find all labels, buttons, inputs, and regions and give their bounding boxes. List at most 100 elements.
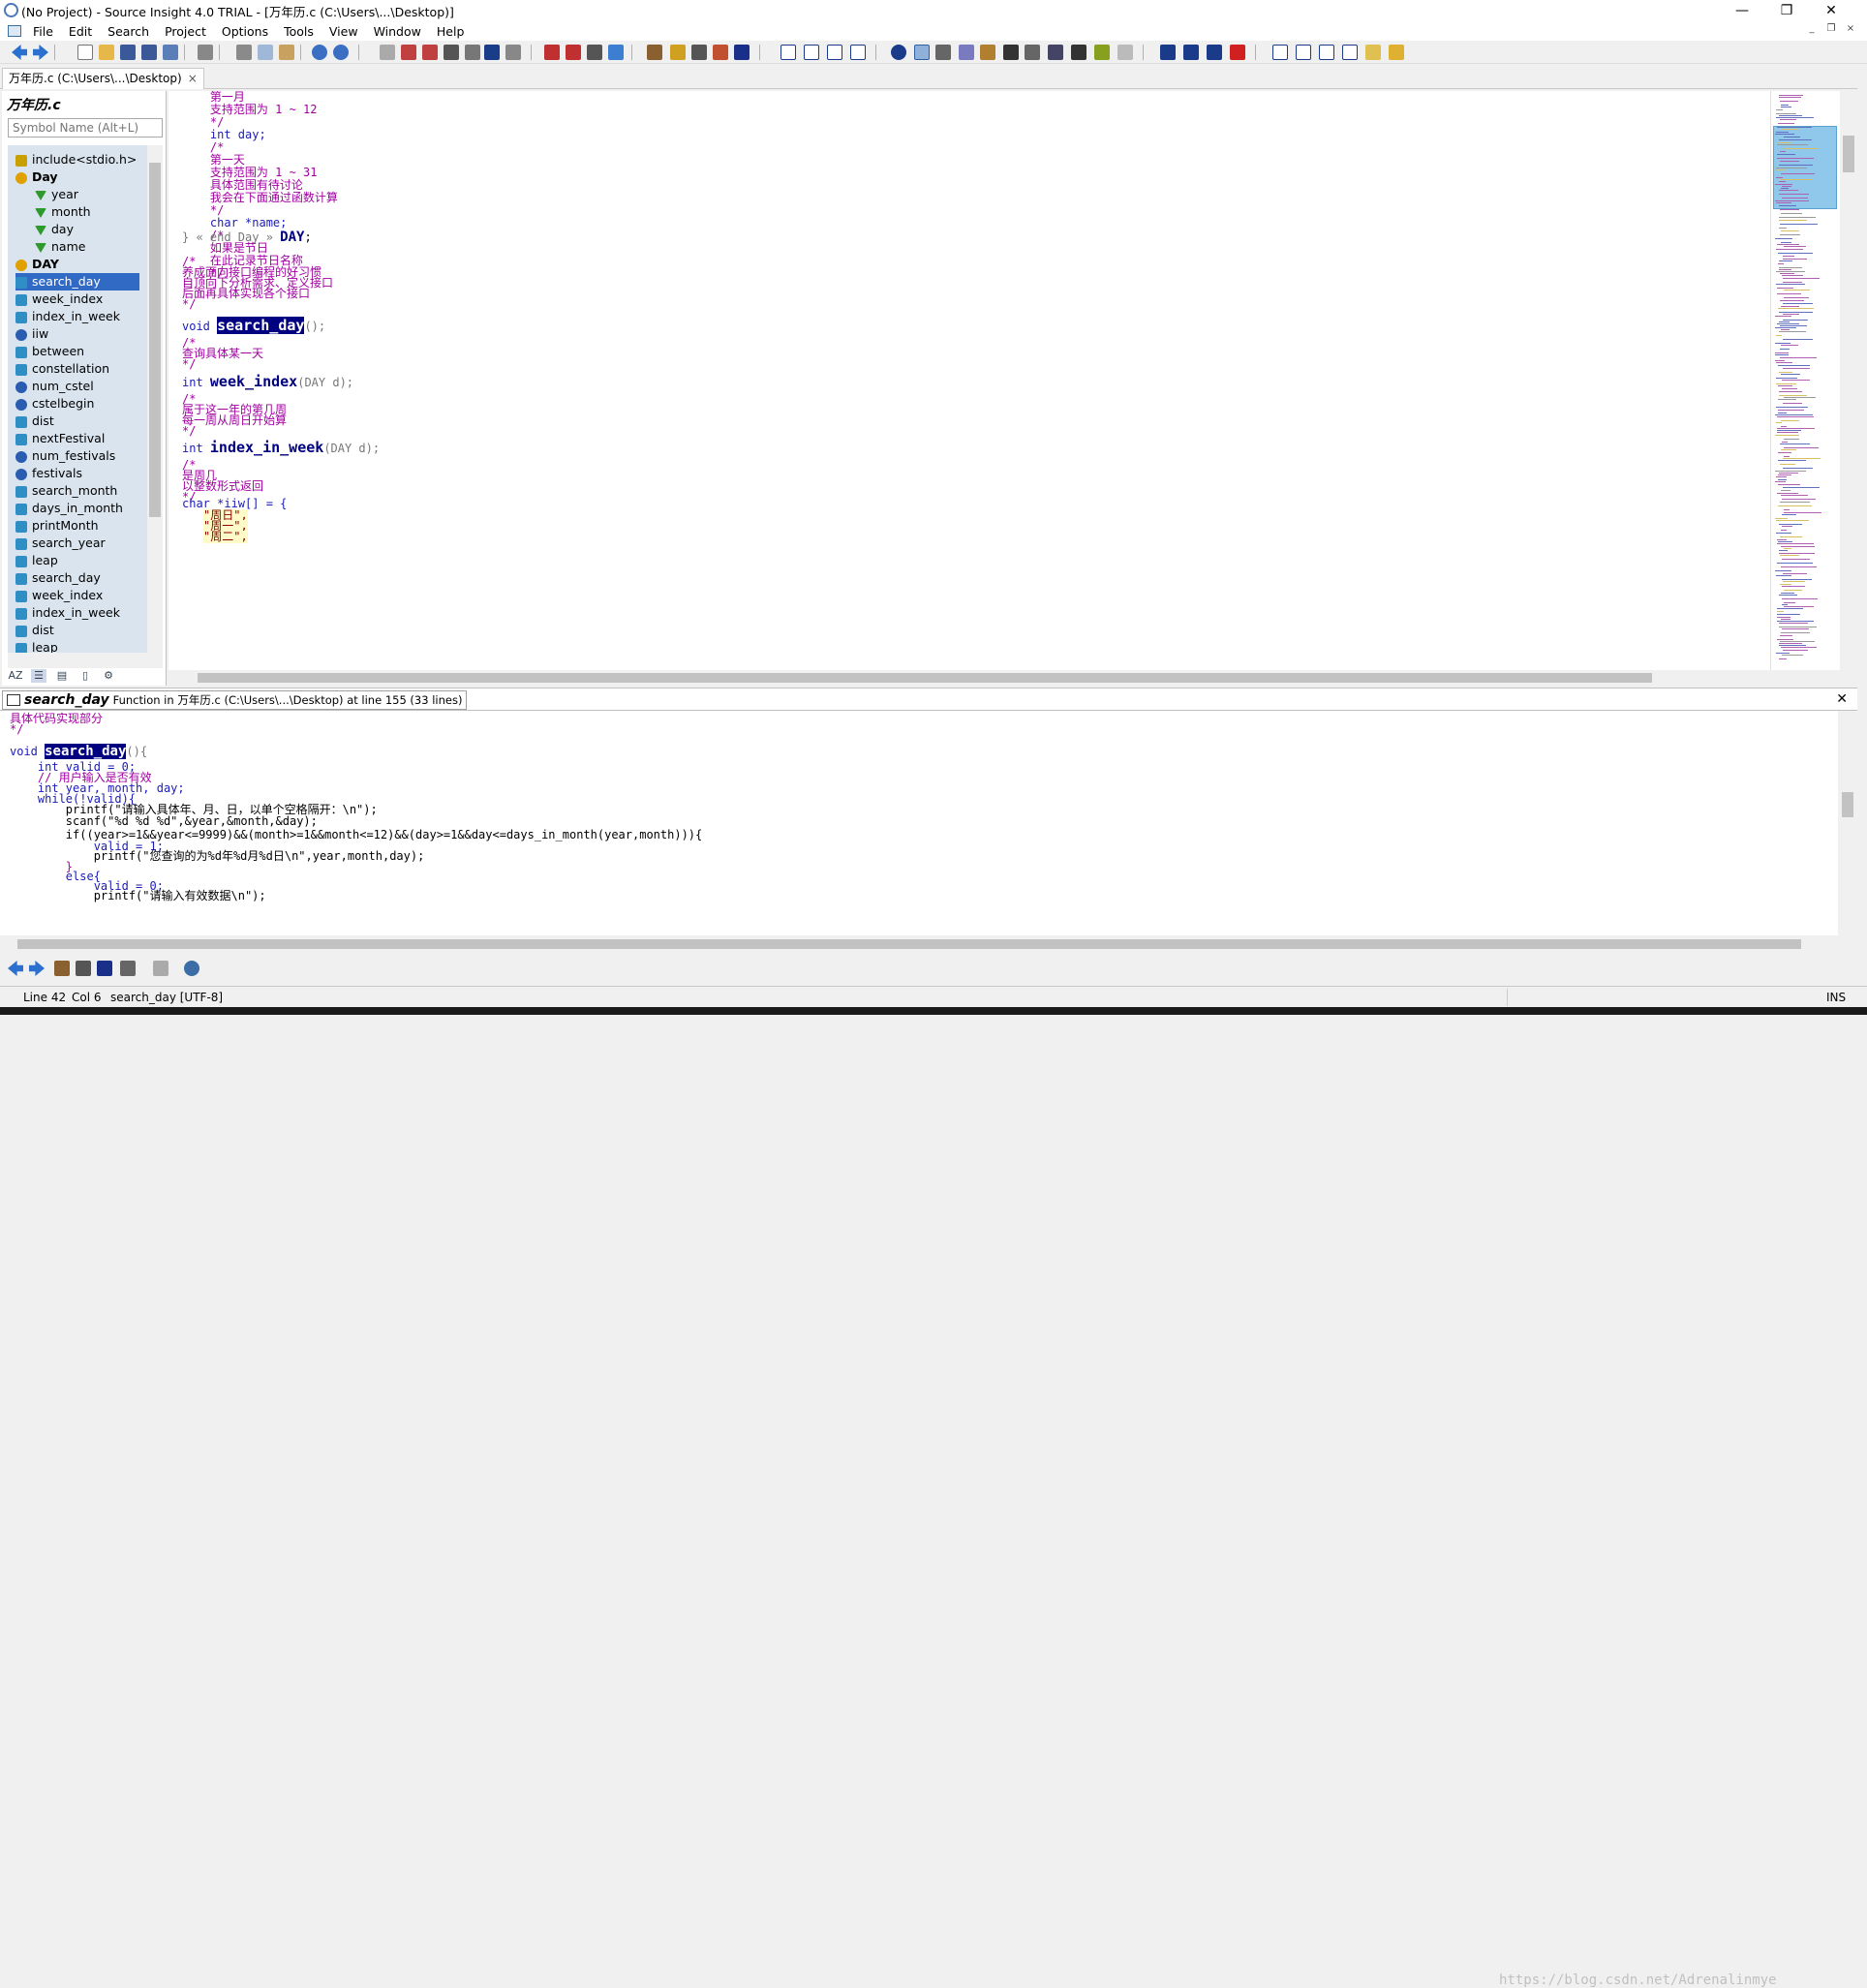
menu-view[interactable]: View bbox=[321, 24, 366, 39]
symbol-search-input[interactable] bbox=[8, 118, 163, 138]
forward-arrow-icon[interactable] bbox=[33, 45, 48, 60]
close-button[interactable]: ✕ bbox=[1809, 0, 1853, 21]
bookmark-icon[interactable] bbox=[544, 45, 560, 60]
function-name[interactable]: search_day bbox=[217, 317, 305, 334]
symbol-item[interactable]: leap bbox=[15, 639, 139, 653]
search-files-icon[interactable] bbox=[505, 45, 521, 60]
symbol-item[interactable]: week_index bbox=[15, 291, 139, 308]
jump-icon[interactable] bbox=[587, 45, 602, 60]
symbol-item[interactable]: include<stdio.h> bbox=[15, 151, 139, 168]
relation-window-icon[interactable] bbox=[980, 45, 995, 60]
project-icon[interactable] bbox=[647, 45, 662, 60]
save-icon[interactable] bbox=[120, 45, 136, 60]
context-window[interactable]: 具体代码实现部分 */ int valid = 0; // 用户输入是否有效 in… bbox=[0, 711, 1838, 935]
bird-icon[interactable] bbox=[1071, 45, 1087, 60]
menu-options[interactable]: Options bbox=[214, 24, 276, 39]
menu-window[interactable]: Window bbox=[366, 24, 429, 39]
delete-icon[interactable] bbox=[1230, 45, 1245, 60]
symbol-item[interactable]: constellation bbox=[15, 360, 139, 378]
book-icon[interactable]: ▯ bbox=[77, 669, 93, 683]
category-icon[interactable]: ▤ bbox=[54, 669, 70, 683]
folder-icon[interactable] bbox=[1365, 45, 1381, 60]
function-name[interactable]: index_in_week bbox=[210, 439, 323, 456]
jump-list-icon[interactable] bbox=[608, 45, 624, 60]
settings-gear-icon[interactable] bbox=[184, 961, 199, 976]
paste-icon[interactable] bbox=[279, 45, 294, 60]
symbol-item[interactable]: week_index bbox=[15, 587, 139, 604]
find-next-icon[interactable] bbox=[444, 45, 459, 60]
save-as-icon[interactable] bbox=[141, 45, 157, 60]
layout-cascade-icon[interactable] bbox=[850, 45, 866, 60]
mdi-close-icon[interactable]: × bbox=[1842, 23, 1859, 39]
symbol-item[interactable]: year bbox=[35, 186, 139, 203]
clip-icon[interactable] bbox=[959, 45, 974, 60]
symbol-item[interactable]: between bbox=[15, 343, 139, 360]
symbol-item[interactable]: search_day bbox=[15, 569, 139, 587]
symbol-item[interactable]: search_year bbox=[15, 535, 139, 552]
layout-split-icon[interactable] bbox=[827, 45, 842, 60]
symbol-list[interactable]: include<stdio.h> Day year month day name DAY se… bbox=[8, 145, 147, 653]
overview-icon[interactable] bbox=[1025, 45, 1040, 60]
info-icon[interactable] bbox=[891, 45, 906, 60]
print-icon[interactable] bbox=[198, 45, 213, 60]
style-c-icon[interactable] bbox=[1319, 45, 1334, 60]
find-icon[interactable] bbox=[380, 45, 395, 60]
scroll-thumb[interactable] bbox=[149, 163, 161, 517]
save-all-icon[interactable] bbox=[163, 45, 178, 60]
copy-icon[interactable] bbox=[258, 45, 273, 60]
editor-hscrollbar[interactable] bbox=[168, 670, 1770, 686]
symbol-item[interactable]: index_in_week bbox=[15, 308, 139, 325]
menu-file[interactable]: File bbox=[25, 24, 61, 39]
symbol-icon[interactable] bbox=[120, 961, 136, 976]
find-up-icon[interactable] bbox=[401, 45, 416, 60]
car-icon[interactable] bbox=[1048, 45, 1063, 60]
style-d-icon[interactable] bbox=[1342, 45, 1358, 60]
book-icon[interactable] bbox=[76, 961, 91, 976]
symbol-item[interactable]: search_day bbox=[15, 273, 139, 291]
leaf-icon[interactable] bbox=[1094, 45, 1110, 60]
format-icon[interactable] bbox=[1207, 45, 1222, 60]
mdi-restore-icon[interactable]: ❐ bbox=[1822, 23, 1840, 39]
jump-icon[interactable] bbox=[54, 961, 70, 976]
function-name[interactable]: search_day bbox=[45, 744, 127, 759]
mdi-minimize-icon[interactable]: _ bbox=[1803, 23, 1821, 39]
minimize-button[interactable]: — bbox=[1720, 0, 1764, 21]
tab-close-icon[interactable]: × bbox=[188, 72, 198, 85]
symbol-list-scrollbar[interactable] bbox=[147, 145, 163, 653]
symbol-item[interactable]: leap bbox=[15, 552, 139, 569]
indent-icon[interactable] bbox=[1160, 45, 1176, 60]
outdent-icon[interactable] bbox=[1183, 45, 1199, 60]
ref-icon[interactable] bbox=[713, 45, 728, 60]
bookmark-next-icon[interactable] bbox=[566, 45, 581, 60]
symbol-item[interactable]: printMonth bbox=[15, 517, 139, 535]
cut-icon[interactable] bbox=[236, 45, 252, 60]
symbol-item[interactable]: cstelbegin bbox=[15, 395, 139, 413]
context-close-icon[interactable]: ✕ bbox=[1836, 691, 1848, 707]
symbol-item[interactable]: dist bbox=[15, 622, 139, 639]
replace-icon[interactable] bbox=[465, 45, 480, 60]
symbol-item[interactable]: DAY bbox=[15, 256, 139, 273]
find-down-icon[interactable] bbox=[422, 45, 438, 60]
menu-tools[interactable]: Tools bbox=[276, 24, 321, 39]
menu-edit[interactable]: Edit bbox=[61, 24, 100, 39]
minimap[interactable] bbox=[1770, 91, 1840, 670]
forward-arrow-icon[interactable] bbox=[29, 961, 45, 976]
editor-vscrollbar[interactable] bbox=[1840, 91, 1857, 686]
context-window-icon[interactable] bbox=[914, 45, 930, 60]
symbol-item[interactable]: festivals bbox=[15, 465, 139, 482]
relation-icon[interactable] bbox=[734, 45, 750, 60]
scroll-thumb[interactable] bbox=[1843, 136, 1854, 172]
scroll-thumb[interactable] bbox=[198, 673, 1652, 683]
relation-icon[interactable] bbox=[97, 961, 112, 976]
menu-project[interactable]: Project bbox=[157, 24, 214, 39]
list-view-icon[interactable]: ☰ bbox=[31, 669, 46, 683]
browse-icon[interactable] bbox=[670, 45, 686, 60]
style-a-icon[interactable] bbox=[1272, 45, 1288, 60]
symbol-item[interactable]: num_festivals bbox=[15, 447, 139, 465]
symbol-item[interactable]: search_month bbox=[15, 482, 139, 500]
style-b-icon[interactable] bbox=[1296, 45, 1311, 60]
symbol-item[interactable]: day bbox=[35, 221, 139, 238]
book-icon[interactable] bbox=[691, 45, 707, 60]
symbol-window-icon[interactable] bbox=[935, 45, 951, 60]
code-editor[interactable]: 第一月 支持范围为 1 ~ 12 */ int day; /* 第一天 支持范围… bbox=[168, 91, 1770, 670]
